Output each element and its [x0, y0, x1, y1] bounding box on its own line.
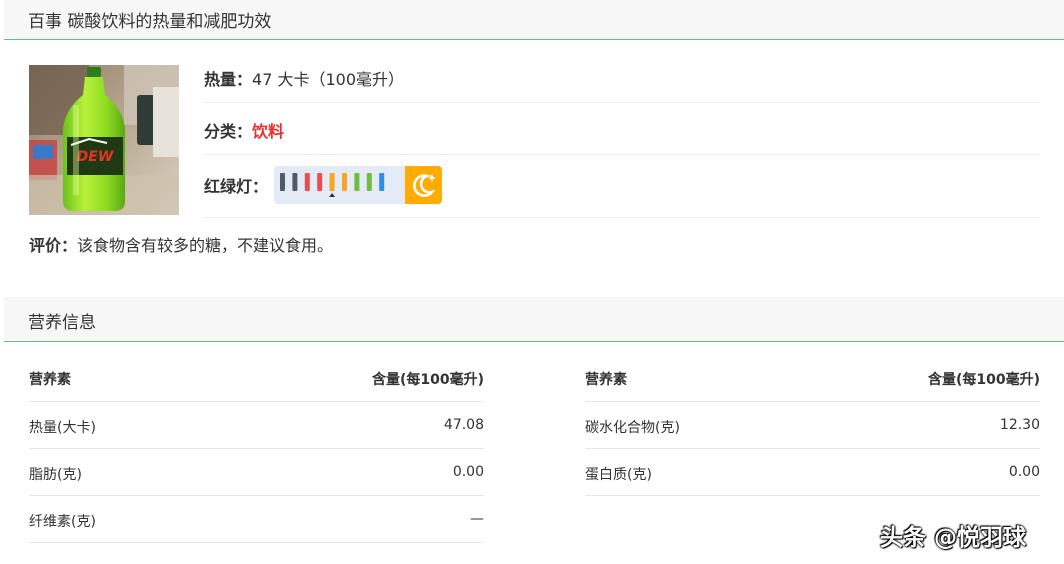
category-label: 分类：: [204, 122, 253, 141]
traffic-light-row: 红绿灯：: [204, 155, 1040, 218]
traffic-light-bar: [379, 173, 385, 191]
column-header-nutrient: 营养素: [29, 372, 71, 388]
mountain-dew-bottle-photo: DEW: [29, 65, 179, 215]
table-header-row: 营养素 含量(每100毫升): [585, 355, 1040, 402]
nutrient-value: 0.00: [452, 464, 484, 480]
nutrient-name: 热量(大卡): [29, 420, 96, 436]
evaluation-text: 评价：该食物含有较多的糖，不建议食用。: [29, 232, 333, 256]
nutrition-title: 营养信息: [28, 313, 96, 333]
page-title: 百事 碳酸饮料的热量和减肥功效: [28, 12, 272, 32]
nutrient-name: 蛋白质(克): [585, 467, 652, 483]
table-header-row: 营养素 含量(每100毫升): [29, 355, 484, 402]
nutrition-table-right: 营养素 含量(每100毫升) 碳水化合物(克) 12.30 蛋白质(克) 0.0…: [585, 355, 1040, 496]
category-value: 饮料: [252, 122, 285, 141]
calories-value: 47 大卡（100毫升）: [252, 70, 405, 89]
traffic-light-bar: [366, 173, 372, 191]
product-image: DEW: [29, 65, 179, 215]
column-header-nutrient: 营养素: [585, 372, 627, 388]
nutrition-header: 营养信息: [4, 297, 1064, 342]
svg-text:DEW: DEW: [77, 149, 114, 165]
column-header-amount: 含量(每100毫升): [371, 372, 484, 388]
calories-label: 热量：: [204, 70, 253, 89]
traffic-light-bar: [317, 173, 323, 191]
traffic-light-indicator: [274, 166, 442, 204]
traffic-light-label: 红绿灯：: [204, 177, 269, 196]
nutrient-name: 纤维素(克): [29, 514, 96, 530]
evaluation-value: 该食物含有较多的糖，不建议食用。: [77, 236, 334, 255]
level-marker-icon: [329, 193, 336, 197]
traffic-light-bar: [292, 173, 298, 191]
food-title-header: 百事 碳酸饮料的热量和减肥功效: [4, 0, 1064, 40]
calories-row: 热量：47 大卡（100毫升）: [204, 52, 1040, 103]
nutrition-table-left: 营养素 含量(每100毫升) 热量(大卡) 47.08 脂肪(克) 0.00 纤…: [29, 355, 484, 543]
traffic-light-bar: [304, 173, 310, 191]
nutrient-name: 脂肪(克): [29, 467, 82, 483]
table-row: 碳水化合物(克) 12.30: [585, 402, 1040, 449]
traffic-light-bar: [354, 173, 360, 191]
table-row: 蛋白质(克) 0.00: [585, 449, 1040, 496]
traffic-light-badge: [405, 166, 442, 204]
traffic-light-bar: [280, 173, 285, 191]
table-row: 脂肪(克) 0.00: [29, 449, 484, 496]
nutrient-value: 47.08: [443, 417, 484, 433]
watermark: 头条 @悦羽球: [880, 525, 1027, 551]
evaluation-label: 评价：: [29, 236, 78, 255]
moon-star-icon: [413, 174, 436, 197]
traffic-light-bars: [280, 173, 385, 197]
traffic-light-bar: [329, 173, 335, 191]
table-row: 纤维素(克) —: [29, 496, 484, 543]
nutrient-value: —: [470, 511, 484, 527]
nutrient-name: 碳水化合物(克): [585, 420, 680, 436]
column-header-amount: 含量(每100毫升): [927, 372, 1040, 388]
traffic-light-bar: [342, 173, 347, 191]
nutrient-value: 12.30: [999, 417, 1040, 433]
nutrient-value: 0.00: [1008, 464, 1040, 480]
table-row: 热量(大卡) 47.08: [29, 402, 484, 449]
category-row: 分类：饮料: [204, 103, 1040, 155]
traffic-light-scale: [274, 166, 405, 204]
